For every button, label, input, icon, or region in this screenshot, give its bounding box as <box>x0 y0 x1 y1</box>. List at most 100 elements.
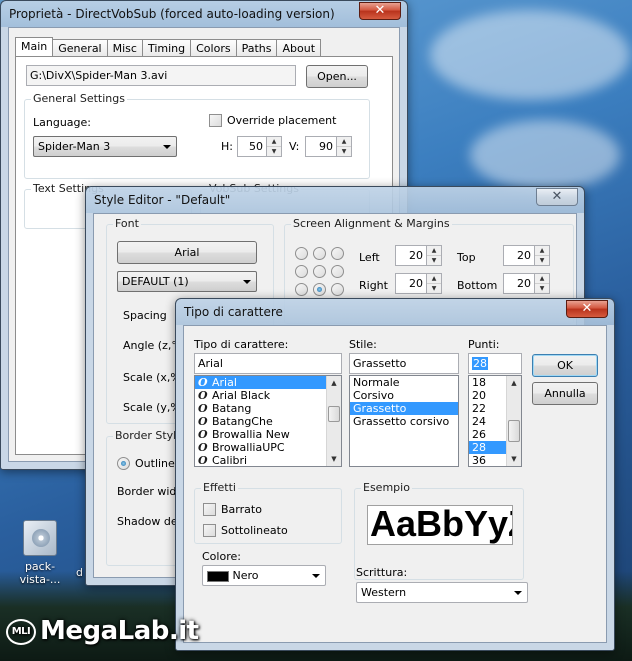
font-button[interactable]: Arial <box>117 241 257 264</box>
style-item[interactable]: Corsivo <box>350 389 458 402</box>
align-radio[interactable] <box>313 247 326 260</box>
spacing-label: Spacing <box>123 309 167 322</box>
font-dialog-body: Tipo di carattere: Arial O Arial O Arial Bl… <box>183 325 607 643</box>
close-icon[interactable]: ✕ <box>536 188 578 206</box>
top-margin-spinner[interactable]: ▲ ▼ <box>535 245 550 266</box>
style-item-label: Grassetto <box>353 402 407 415</box>
style-list[interactable]: Normale Corsivo Grassetto Grassetto corsivo <box>349 375 459 467</box>
language-select[interactable]: Spider-Man 3 <box>33 136 177 157</box>
font-item[interactable]: O BatangChe <box>195 415 341 428</box>
size-input[interactable]: 28 <box>468 353 522 374</box>
font-item-label: Arial <box>212 376 237 389</box>
size-label: Punti: <box>468 338 500 351</box>
underline-label: Sottolineato <box>221 524 288 537</box>
align-radio[interactable] <box>331 265 344 278</box>
font-item[interactable]: O Batang <box>195 402 341 415</box>
left-margin-spinner[interactable]: ▲ ▼ <box>427 245 442 266</box>
megalab-logo: MLI <box>6 618 36 645</box>
font-item[interactable]: O Arial <box>195 376 341 389</box>
font-item-label: Browallia New <box>212 428 290 441</box>
effects-group: Effetti Barrato Sottolineato <box>194 481 342 544</box>
file-path-field[interactable]: G:\DivX\Spider-Man 3.avi <box>26 65 296 86</box>
sample-preview: AaBbYyZz <box>367 505 513 545</box>
font-family-input[interactable]: Arial <box>194 353 342 374</box>
h-input[interactable]: 50 <box>237 136 267 157</box>
cancel-button[interactable]: Annulla <box>532 382 598 405</box>
h-spinner[interactable]: ▲ ▼ <box>267 136 282 157</box>
close-icon[interactable]: ✕ <box>566 300 608 318</box>
font-item[interactable]: O Calibri <box>195 454 341 466</box>
scroll-down-icon[interactable]: ▼ <box>327 452 341 466</box>
align-radio[interactable] <box>313 265 326 278</box>
h-label: H: <box>221 140 233 153</box>
window-title: Style Editor - "Default" <box>94 193 231 207</box>
charset-select[interactable]: DEFAULT (1) <box>117 271 257 292</box>
chevron-down-icon <box>163 145 171 149</box>
size-list[interactable]: 18 20 22 24 26 28 36 ▲ ▼ <box>468 375 522 467</box>
align-radio[interactable] <box>295 247 308 260</box>
align-radio[interactable] <box>331 283 344 296</box>
v-input[interactable]: 90 <box>305 136 337 157</box>
group-label: Esempio <box>361 481 412 494</box>
left-margin-input[interactable]: 20 <box>395 245 427 266</box>
size-item-label: 28 <box>472 441 486 454</box>
color-select[interactable]: Nero <box>202 565 326 586</box>
scrollbar[interactable]: ▲ ▼ <box>506 376 521 466</box>
chevron-down-icon <box>312 574 320 578</box>
opentype-font-icon: O <box>198 389 208 402</box>
desktop-icon-label-2: d <box>76 566 83 579</box>
size-item-label: 26 <box>472 428 486 441</box>
scroll-up-icon[interactable]: ▲ <box>327 376 341 390</box>
outline-radio[interactable] <box>117 457 130 470</box>
font-family-list[interactable]: O Arial O Arial Black O Batang O BatangChe O Brow… <box>194 375 342 467</box>
top-margin-label: Top <box>457 251 476 264</box>
strikethrough-label: Barrato <box>221 503 262 516</box>
align-radio[interactable] <box>295 265 308 278</box>
script-label: Scrittura: <box>356 566 408 579</box>
strikethrough-checkbox[interactable] <box>203 503 216 516</box>
group-label: General Settings <box>31 92 127 105</box>
align-radio[interactable] <box>331 247 344 260</box>
bottom-margin-spinner[interactable]: ▲ ▼ <box>535 273 550 294</box>
style-item[interactable]: Grassetto corsivo <box>350 415 458 428</box>
scroll-down-icon[interactable]: ▼ <box>507 452 521 466</box>
font-item[interactable]: O BrowalliaUPC <box>195 441 341 454</box>
outline-label: Outline <box>135 457 175 470</box>
v-spinner[interactable]: ▲ ▼ <box>337 136 352 157</box>
override-placement-label: Override placement <box>227 114 337 127</box>
window-title: Proprietà - DirectVobSub (forced auto-lo… <box>9 7 335 21</box>
size-item-label: 36 <box>472 454 486 467</box>
bottom-margin-input[interactable]: 20 <box>503 273 535 294</box>
font-item-label: Batang <box>212 402 252 415</box>
font-item-label: Arial Black <box>212 389 271 402</box>
top-margin-input[interactable]: 20 <box>503 245 535 266</box>
override-placement-checkbox[interactable] <box>209 114 222 127</box>
script-select[interactable]: Western <box>356 582 528 603</box>
size-item-label: 18 <box>472 376 486 389</box>
font-item-label: BrowalliaUPC <box>212 441 285 454</box>
align-radio-selected[interactable] <box>313 283 326 296</box>
scroll-thumb[interactable] <box>508 420 520 442</box>
ok-button[interactable]: OK <box>532 354 598 377</box>
chevron-down-icon <box>514 591 522 595</box>
scroll-up-icon[interactable]: ▲ <box>507 376 521 390</box>
style-item[interactable]: Normale <box>350 376 458 389</box>
font-dialog: Tipo di carattere ✕ Tipo di carattere: A… <box>175 298 615 651</box>
script-value: Western <box>361 586 407 599</box>
style-input[interactable]: Grassetto <box>349 353 459 374</box>
style-item[interactable]: Grassetto <box>350 402 458 415</box>
right-margin-spinner[interactable]: ▲ ▼ <box>427 273 442 294</box>
font-item[interactable]: O Browallia New <box>195 428 341 441</box>
color-label: Colore: <box>202 550 241 563</box>
desktop-icon[interactable]: pack-vista-... <box>8 520 72 586</box>
align-radio[interactable] <box>295 283 308 296</box>
close-icon[interactable]: ✕ <box>359 2 401 20</box>
opentype-font-icon: O <box>198 415 208 428</box>
right-margin-input[interactable]: 20 <box>395 273 427 294</box>
scrollbar[interactable]: ▲ ▼ <box>326 376 341 466</box>
right-margin-label: Right <box>359 279 388 292</box>
underline-checkbox[interactable] <box>203 524 216 537</box>
open-button[interactable]: Open... <box>306 65 368 88</box>
scroll-thumb[interactable] <box>328 406 340 422</box>
font-item[interactable]: O Arial Black <box>195 389 341 402</box>
